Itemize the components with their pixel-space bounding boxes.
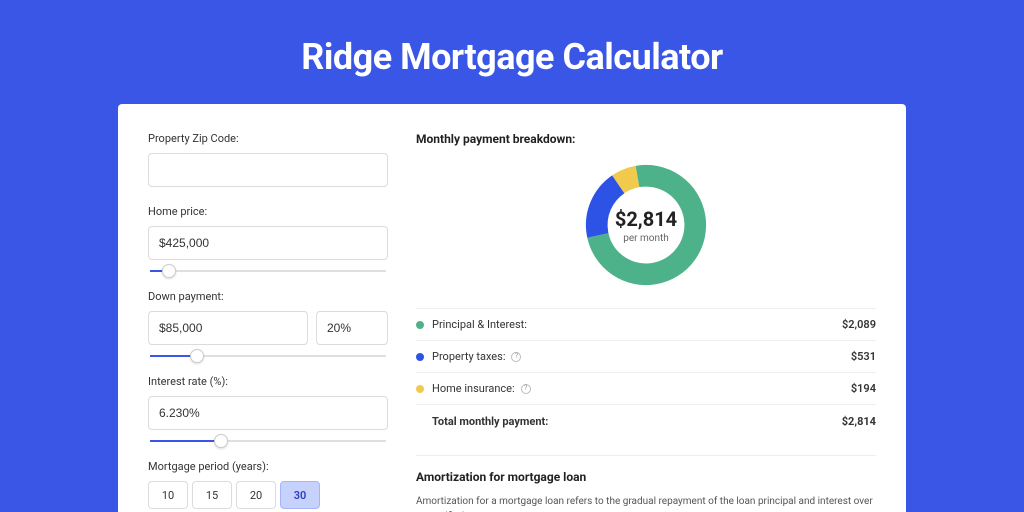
legend-row: Property taxes:?$531 bbox=[416, 341, 876, 373]
field-period: Mortgage period (years): 10152030 bbox=[148, 460, 388, 509]
legend-label-text: Home insurance: bbox=[432, 382, 515, 395]
legend-dot bbox=[416, 385, 424, 393]
down-payment-slider[interactable] bbox=[150, 349, 386, 363]
info-icon[interactable]: ? bbox=[511, 352, 521, 362]
form-panel: Property Zip Code: Home price: Down paym… bbox=[148, 132, 388, 512]
home-price-input[interactable] bbox=[148, 226, 388, 260]
period-option-15[interactable]: 15 bbox=[192, 481, 232, 509]
field-down-payment: Down payment: bbox=[148, 290, 388, 345]
zip-label: Property Zip Code: bbox=[148, 132, 388, 145]
calculator-card: Property Zip Code: Home price: Down paym… bbox=[118, 104, 906, 512]
legend-value: $531 bbox=[851, 350, 876, 363]
period-option-20[interactable]: 20 bbox=[236, 481, 276, 509]
slider-thumb[interactable] bbox=[190, 349, 204, 363]
interest-rate-input[interactable] bbox=[148, 396, 388, 430]
home-price-slider[interactable] bbox=[150, 264, 386, 278]
legend-dot bbox=[416, 353, 424, 361]
donut-sub: per month bbox=[623, 233, 669, 244]
field-home-price: Home price: bbox=[148, 205, 388, 260]
interest-rate-slider[interactable] bbox=[150, 434, 386, 448]
donut-amount: $2,814 bbox=[615, 207, 677, 231]
breakdown-panel: Monthly payment breakdown: $2,814 per mo… bbox=[416, 132, 876, 512]
down-payment-input[interactable] bbox=[148, 311, 308, 345]
field-zip: Property Zip Code: bbox=[148, 132, 388, 187]
amortization-body: Amortization for a mortgage loan refers … bbox=[416, 494, 876, 512]
legend-total-label: Total monthly payment: bbox=[432, 415, 842, 428]
info-icon[interactable]: ? bbox=[521, 384, 531, 394]
legend-total-row: Total monthly payment:$2,814 bbox=[416, 405, 876, 437]
donut-chart: $2,814 per month bbox=[581, 160, 711, 290]
breakdown-title: Monthly payment breakdown: bbox=[416, 132, 876, 146]
period-options: 10152030 bbox=[148, 481, 388, 509]
field-interest-rate: Interest rate (%): bbox=[148, 375, 388, 430]
legend-label: Principal & Interest: bbox=[432, 318, 842, 331]
page-title: Ridge Mortgage Calculator bbox=[301, 36, 722, 78]
period-option-30[interactable]: 30 bbox=[280, 481, 320, 509]
legend-label-text: Property taxes: bbox=[432, 350, 505, 363]
legend-dot bbox=[416, 321, 424, 329]
slider-thumb[interactable] bbox=[162, 264, 176, 278]
donut-center: $2,814 per month bbox=[581, 160, 711, 290]
legend-label-text: Principal & Interest: bbox=[432, 318, 527, 331]
interest-rate-label: Interest rate (%): bbox=[148, 375, 388, 388]
period-label: Mortgage period (years): bbox=[148, 460, 388, 473]
legend-label: Home insurance:? bbox=[432, 382, 851, 395]
home-price-label: Home price: bbox=[148, 205, 388, 218]
legend-total-value: $2,814 bbox=[842, 415, 876, 428]
donut-wrap: $2,814 per month bbox=[416, 160, 876, 290]
down-payment-label: Down payment: bbox=[148, 290, 388, 303]
legend-value: $194 bbox=[851, 382, 876, 395]
zip-input[interactable] bbox=[148, 153, 388, 187]
down-payment-pct-input[interactable] bbox=[316, 311, 388, 345]
slider-fill bbox=[150, 440, 221, 442]
slider-track bbox=[150, 270, 386, 272]
amortization-section: Amortization for mortgage loan Amortizat… bbox=[416, 455, 876, 512]
amortization-title: Amortization for mortgage loan bbox=[416, 470, 876, 484]
legend-label: Property taxes:? bbox=[432, 350, 851, 363]
legend-row: Home insurance:?$194 bbox=[416, 373, 876, 405]
period-option-10[interactable]: 10 bbox=[148, 481, 188, 509]
legend-row: Principal & Interest: $2,089 bbox=[416, 309, 876, 341]
legend: Principal & Interest: $2,089 Property taxe… bbox=[416, 308, 876, 437]
legend-value: $2,089 bbox=[842, 318, 876, 331]
slider-thumb[interactable] bbox=[214, 434, 228, 448]
